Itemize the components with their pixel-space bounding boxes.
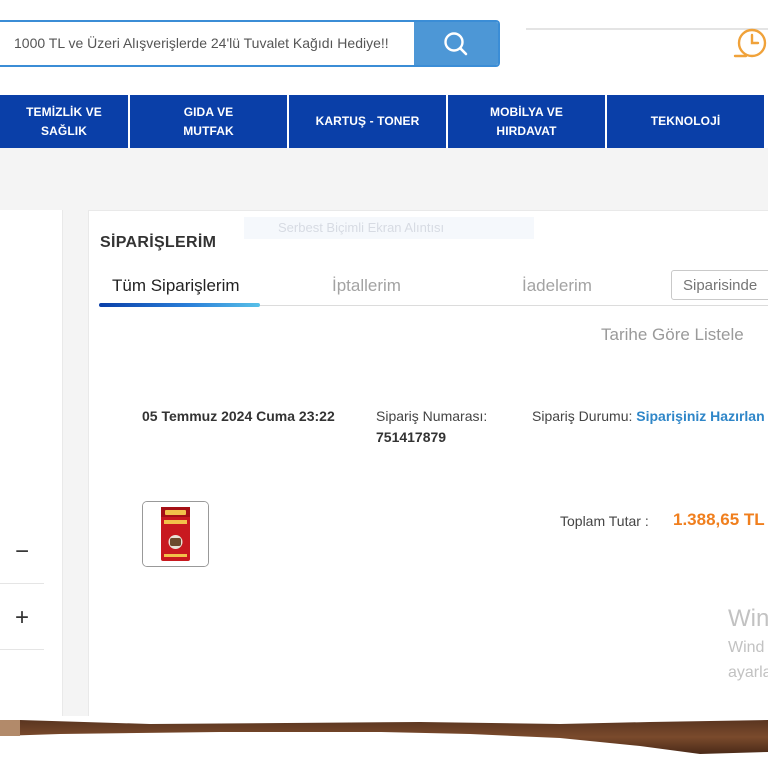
order-date: 05 Temmuz 2024 Cuma 23:22 [142, 408, 335, 424]
windows-activation-title: Win [728, 605, 768, 632]
active-tab-indicator [99, 303, 260, 307]
windows-activation-text: Wind [728, 639, 765, 656]
order-status-row: Sipariş Durumu: Siparişiniz Hazırlan [532, 408, 765, 424]
account-sidebar: − + [0, 210, 63, 720]
category-temizlik-saglik[interactable]: TEMİZLİK VE SAĞLIK [0, 95, 128, 148]
page-title: SİPARİŞLERİM [100, 234, 217, 251]
order-tabs: Tüm Siparişlerim İptallerim İadelerim [99, 268, 768, 307]
category-label: TEMİZLİK VE SAĞLIK [26, 104, 102, 138]
tab-returns[interactable]: İadelerim [522, 268, 592, 306]
order-search-input[interactable] [671, 270, 768, 300]
tab-all-orders[interactable]: Tüm Siparişlerim [112, 268, 240, 306]
category-label: GIDA VE MUTFAK [183, 104, 234, 138]
order-status: Siparişiniz Hazırlan [636, 408, 765, 424]
search-input[interactable] [0, 22, 416, 65]
category-kartus-toner[interactable]: KARTUŞ - TONER [289, 95, 446, 148]
category-mobilya-hirdavat[interactable]: MOBİLYA VE HIRDAVAT [448, 95, 605, 148]
category-label: TEKNOLOJİ [650, 114, 721, 128]
category-gida-mutfak[interactable]: GIDA VE MUTFAK [130, 95, 287, 148]
category-teknoloji[interactable]: TEKNOLOJİ [607, 95, 764, 148]
category-nav: TEMİZLİK VE SAĞLIK GIDA VE MUTFAK KARTUŞ… [0, 95, 768, 148]
search-button[interactable] [414, 22, 498, 65]
order-total-label: Toplam Tutar : [560, 513, 649, 529]
order-number: 751417879 [376, 429, 447, 445]
category-label: MOBİLYA VE HIRDAVAT [489, 104, 564, 138]
order-status-label: Sipariş Durumu: [532, 408, 633, 424]
windows-activation-link: ayarla [728, 664, 768, 681]
tab-label: İadelerim [522, 276, 592, 295]
tab-cancellations[interactable]: İptallerim [332, 268, 401, 306]
category-label: KARTUŞ - TONER [315, 114, 420, 128]
product-thumbnail[interactable] [142, 501, 209, 567]
desk-edge-photo [0, 716, 768, 768]
clock-icon[interactable] [732, 26, 768, 62]
tab-label: Tüm Siparişlerim [112, 276, 240, 295]
sort-by-date-dropdown[interactable]: Tarihe Göre Listele [601, 325, 744, 345]
product-image [143, 502, 208, 566]
order-total: 1.388,65 TL [673, 510, 765, 529]
search-bar [0, 20, 500, 67]
search-icon [444, 31, 468, 55]
minus-icon: − [14, 537, 29, 565]
header [0, 0, 768, 95]
sidebar-collapse-toggle[interactable]: − [0, 520, 44, 584]
plus-icon: + [14, 603, 29, 631]
tab-label: İptallerim [332, 276, 401, 295]
sidebar-expand-toggle[interactable]: + [0, 586, 44, 650]
order-number-label: Sipariş Numarası: [376, 408, 488, 424]
snip-tool-overlay: Serbest Biçimli Ekran Alıntısı [244, 217, 534, 239]
